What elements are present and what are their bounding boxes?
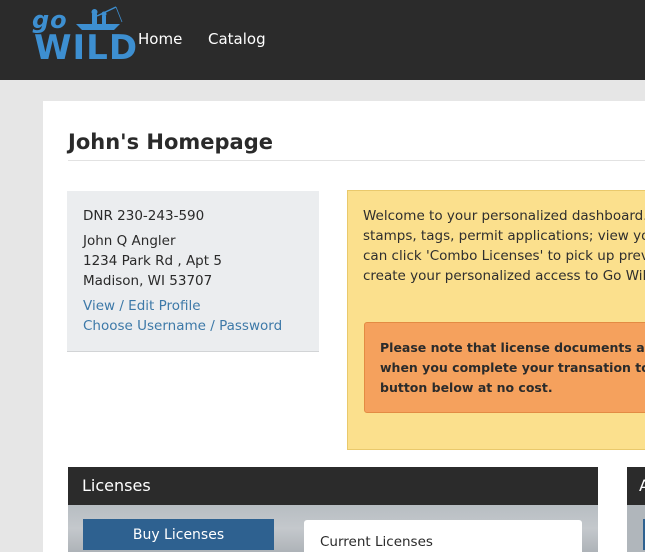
- logo-text-wild: WILD: [34, 28, 139, 68]
- notice-text-line: button below at no cost.: [380, 380, 553, 395]
- nav-home-link[interactable]: Home: [138, 30, 182, 48]
- view-edit-profile-link[interactable]: View / Edit Profile: [83, 298, 201, 314]
- nav-catalog-link[interactable]: Catalog: [208, 30, 266, 48]
- title-divider: [68, 160, 645, 161]
- secondary-panel-title: A: [639, 476, 645, 495]
- welcome-text-line: create your personalized access to Go Wi…: [363, 268, 645, 284]
- address-line-1: 1234 Park Rd , Apt 5: [83, 253, 222, 269]
- welcome-text-line: stamps, tags, permit applications; view …: [363, 228, 645, 244]
- dnr-number: DNR 230-243-590: [83, 208, 205, 224]
- address-line-2: Madison, WI 53707: [83, 273, 213, 289]
- notice-text-line: Please note that license documents and t…: [380, 340, 645, 355]
- page-title: John's Homepage: [68, 130, 273, 154]
- choose-username-password-link[interactable]: Choose Username / Password: [83, 318, 282, 334]
- licenses-panel: Licenses Buy Licenses Current Licenses: [68, 467, 598, 552]
- top-navigation-bar: go WILD Home Catalog: [0, 0, 645, 80]
- notice-text-line: when you complete your transation to rec: [380, 360, 645, 375]
- welcome-text-line: can click 'Combo Licenses' to pick up pr…: [363, 248, 645, 264]
- go-wild-logo[interactable]: go WILD: [30, 4, 137, 70]
- current-licenses-box: Current Licenses: [304, 520, 582, 552]
- licenses-panel-header: Licenses: [68, 467, 598, 505]
- profile-summary-box: DNR 230-243-590 John Q Angler 1234 Park …: [67, 191, 319, 352]
- license-document-notice: Please note that license documents and t…: [364, 322, 645, 413]
- welcome-message-box: Welcome to your personalized dashboard. …: [347, 190, 645, 450]
- welcome-text-line: Welcome to your personalized dashboard. …: [363, 208, 645, 224]
- licenses-panel-title: Licenses: [82, 476, 151, 495]
- buy-licenses-button[interactable]: Buy Licenses: [83, 519, 274, 550]
- secondary-panel-header: A: [627, 467, 645, 505]
- current-licenses-label: Current Licenses: [320, 534, 433, 550]
- customer-name: John Q Angler: [83, 233, 176, 249]
- secondary-panel: A: [627, 467, 645, 552]
